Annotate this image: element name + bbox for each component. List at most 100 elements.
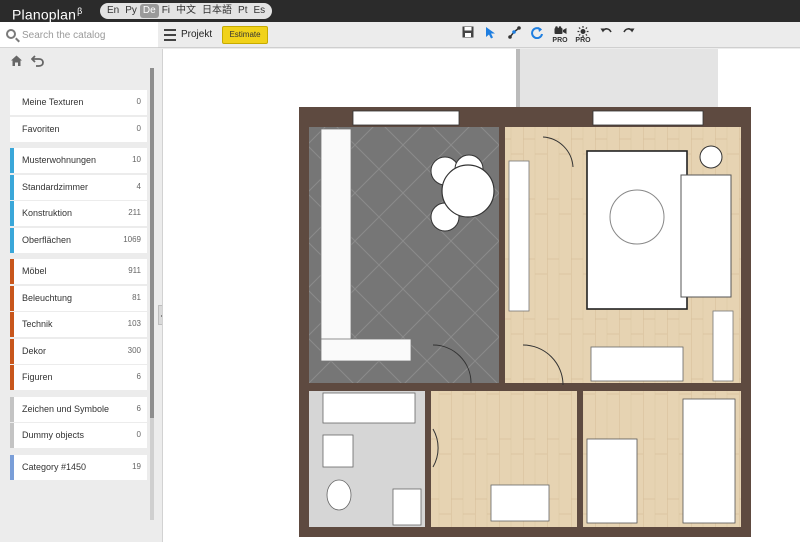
sidebar-scrollbar-thumb[interactable]	[150, 68, 154, 418]
category-zeichen-und-symbole[interactable]: Zeichen und Symbole 6	[10, 396, 147, 422]
category-label: Zeichen und Symbole	[22, 403, 110, 414]
top-bar: Planoplanβ En Py De Fi 中文 日本語 Pt Es	[0, 0, 800, 23]
main-toolbar: Projekt Estimate PRO PRO	[158, 22, 800, 48]
redo-icon	[623, 28, 635, 33]
category-label: Dummy objects	[22, 430, 85, 440]
beta-mark: β	[77, 6, 83, 16]
category-count: 6	[136, 403, 141, 413]
project-menu-label[interactable]: Projekt	[181, 29, 212, 40]
undo-tool[interactable]	[598, 25, 614, 45]
category-count: 1069	[123, 234, 141, 244]
measure-tool[interactable]	[506, 25, 522, 45]
category-dummy-objects[interactable]: Dummy objects 0	[10, 423, 147, 448]
category-count: 81	[132, 292, 141, 302]
app-logo: Planoplanβ	[12, 3, 82, 23]
light-pro-badge: PRO	[575, 37, 591, 44]
balcony	[518, 49, 718, 107]
lang-de[interactable]: De	[139, 4, 159, 18]
sofa	[680, 174, 732, 298]
category-favoriten[interactable]: Favoriten 0	[10, 116, 147, 142]
undo-icon	[600, 28, 612, 33]
category-1450[interactable]: Category #1450 19	[10, 454, 147, 480]
category-oberflaechen[interactable]: Oberflächen 1069	[10, 227, 147, 253]
category-count: 211	[128, 208, 141, 217]
light-tool[interactable]: PRO	[575, 25, 591, 45]
catalog-nav	[10, 54, 44, 70]
category-count: 0	[136, 430, 141, 439]
category-list: Meine Texturen 0 Favoriten 0 Musterwohnung…	[10, 90, 147, 481]
save-tool[interactable]	[460, 25, 476, 45]
category-label: Oberflächen	[22, 234, 72, 245]
category-count: 6	[136, 372, 141, 381]
room-cabinet	[586, 438, 638, 524]
lang-es[interactable]: Es	[251, 4, 269, 18]
category-label: Technik	[22, 319, 53, 329]
back-arrow-icon[interactable]	[31, 54, 44, 67]
video-pro-badge: PRO	[552, 37, 568, 44]
app-name: Planoplan	[12, 6, 77, 23]
floor-plan-canvas[interactable]	[162, 49, 800, 542]
lang-fi[interactable]: Fi	[159, 4, 173, 18]
window-bedroom	[592, 110, 704, 126]
light-sun-icon	[577, 26, 589, 37]
tool-group: PRO PRO	[460, 25, 637, 47]
category-label: Favoriten	[22, 123, 60, 134]
category-count: 19	[132, 461, 141, 471]
category-beleuchtung[interactable]: Beleuchtung 81	[10, 285, 147, 311]
category-meine-texturen[interactable]: Meine Texturen 0	[10, 90, 147, 115]
category-count: 10	[132, 155, 141, 164]
lang-pt[interactable]: Pt	[235, 4, 250, 18]
estimate-button[interactable]: Estimate	[222, 26, 268, 44]
lang-ja[interactable]: 日本語	[199, 4, 235, 18]
language-switcher: En Py De Fi 中文 日本語 Pt Es	[100, 3, 273, 19]
category-label: Konstruktion	[22, 208, 73, 218]
measure-line-icon	[508, 26, 521, 39]
category-label: Beleuchtung	[22, 292, 73, 303]
category-count: 300	[127, 345, 141, 355]
dining-table	[441, 164, 495, 218]
category-moebel[interactable]: Möbel 911	[10, 259, 147, 284]
kitchen-counter	[320, 128, 352, 362]
hall-table	[490, 484, 550, 522]
category-musterwohnungen[interactable]: Musterwohnungen 10	[10, 148, 147, 173]
rotate-icon	[531, 27, 543, 39]
category-count: 4	[136, 181, 141, 191]
toilet	[326, 479, 352, 511]
lang-ru[interactable]: Py	[122, 4, 140, 18]
category-count: 103	[127, 319, 141, 328]
desk	[590, 346, 684, 382]
category-count: 0	[136, 97, 141, 106]
catalog-search	[0, 22, 158, 48]
category-label: Möbel	[22, 266, 47, 276]
category-count: 911	[128, 266, 141, 275]
select-cursor-icon	[486, 27, 495, 39]
category-label: Musterwohnungen	[22, 155, 97, 165]
search-input[interactable]	[22, 27, 152, 43]
redo-tool[interactable]	[621, 25, 637, 45]
category-label: Dekor	[22, 345, 47, 356]
category-technik[interactable]: Technik 103	[10, 312, 147, 337]
rotate-tool[interactable]	[529, 25, 545, 45]
category-figuren[interactable]: Figuren 6	[10, 365, 147, 390]
save-icon	[462, 26, 474, 38]
category-dekor[interactable]: Dekor 300	[10, 338, 147, 364]
category-standardzimmer[interactable]: Standardzimmer 4	[10, 174, 147, 200]
home-icon[interactable]	[10, 54, 23, 67]
search-icon[interactable]	[6, 29, 16, 39]
video-tool[interactable]: PRO	[552, 25, 568, 45]
sink	[322, 434, 354, 468]
floor-plan-drawing	[299, 49, 751, 537]
category-label: Category #1450	[22, 461, 87, 472]
lang-en[interactable]: En	[104, 4, 122, 18]
lang-zh[interactable]: 中文	[173, 4, 199, 18]
category-konstruktion[interactable]: Konstruktion 211	[10, 201, 147, 226]
select-tool[interactable]	[483, 25, 499, 45]
window-kitchen	[352, 110, 460, 126]
bathtub	[322, 392, 416, 424]
wardrobe	[508, 160, 530, 312]
category-label: Figuren	[22, 372, 53, 382]
category-label: Standardzimmer	[22, 181, 89, 192]
video-camera-icon	[554, 26, 567, 34]
hamburger-menu-icon[interactable]	[164, 29, 176, 41]
category-label: Meine Texturen	[22, 97, 84, 107]
